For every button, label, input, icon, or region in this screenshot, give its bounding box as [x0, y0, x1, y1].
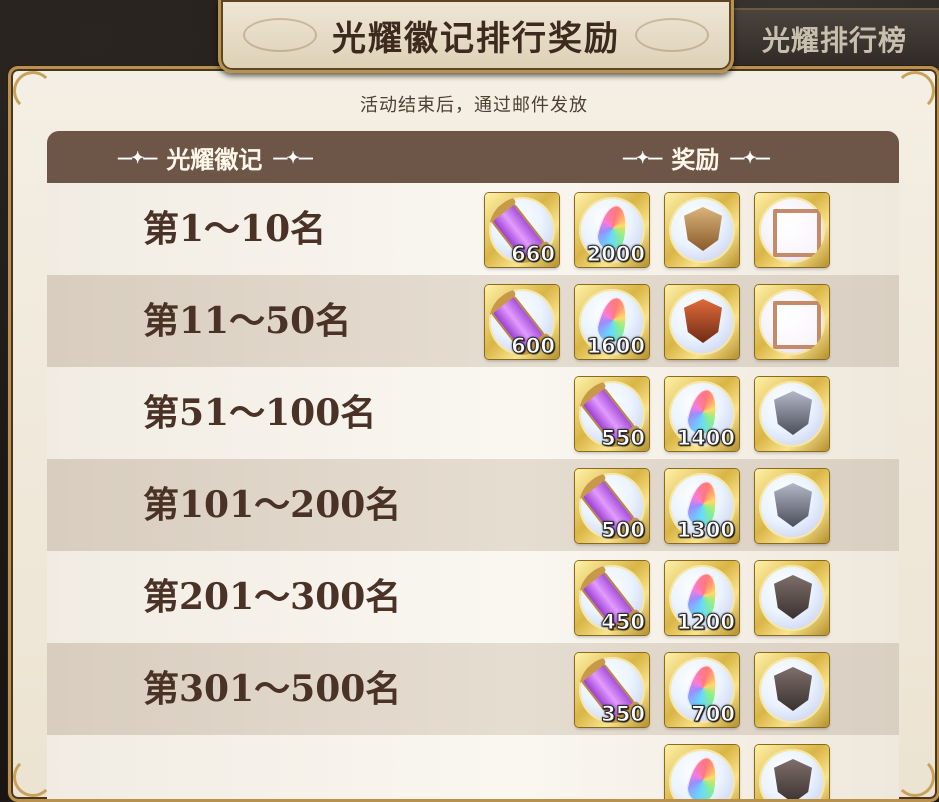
- reward-item[interactable]: [665, 745, 739, 799]
- reward-quantity: 450: [601, 610, 646, 635]
- reward-item-circle: [759, 381, 825, 447]
- table-row: 第51～100名 550 1400: [47, 367, 899, 459]
- reward-list: [47, 745, 899, 799]
- reward-item-circle: [669, 289, 735, 355]
- reward-table[interactable]: —✦— 光耀徽记 —✦— —✦— 奖励 —✦— 第1～10名 660 2000 第11…: [47, 131, 899, 799]
- reward-list: 350 700: [47, 653, 899, 729]
- reward-item[interactable]: [755, 377, 829, 451]
- table-row: 第101～200名 500 1300: [47, 459, 899, 551]
- reward-item[interactable]: [665, 193, 739, 267]
- dark-emblem-icon: [774, 667, 812, 711]
- reward-item[interactable]: [755, 193, 829, 267]
- reward-item[interactable]: 2000: [575, 193, 649, 267]
- reward-item-circle: [759, 749, 825, 799]
- reward-quantity: 550: [601, 426, 646, 451]
- reward-item[interactable]: 1200: [665, 561, 739, 635]
- reward-item[interactable]: [755, 745, 829, 799]
- table-header: —✦— 光耀徽记 —✦— —✦— 奖励 —✦—: [47, 131, 899, 183]
- reward-list: 660 2000: [47, 193, 899, 269]
- reward-list: 500 1300: [47, 469, 899, 545]
- reward-item[interactable]: 350: [575, 653, 649, 727]
- reward-quantity: 1400: [676, 426, 735, 451]
- mail-notice: 活动结束后，通过邮件发放: [360, 95, 588, 116]
- reward-list: 450 1200: [47, 561, 899, 637]
- title-banner: 光耀徽记排行奖励: [218, 0, 734, 73]
- tab-glory-ranking-label: 光耀排行榜: [761, 24, 907, 57]
- header-badge: —✦— 光耀徽记 —✦—: [107, 131, 322, 183]
- avatar-frame-icon: [773, 209, 821, 257]
- table-row: 第301～500名 350 700: [47, 643, 899, 735]
- reward-item[interactable]: [755, 285, 829, 359]
- header-reward: —✦— 奖励 —✦—: [612, 131, 779, 183]
- table-body: 第1～10名 660 2000 第11～50名 600 1600 第51～100名 550 14…: [47, 183, 899, 799]
- reward-item[interactable]: 700: [665, 653, 739, 727]
- reward-list: 550 1400: [47, 377, 899, 453]
- reward-item[interactable]: [755, 653, 829, 727]
- gold-emblem-icon: [684, 207, 722, 251]
- header-deco-left-icon: —✦—: [622, 147, 663, 167]
- reward-item[interactable]: 500: [575, 469, 649, 543]
- table-row: 第1～10名 660 2000: [47, 183, 899, 275]
- header-deco-right-icon: —✦—: [729, 147, 770, 167]
- reward-item[interactable]: 550: [575, 377, 649, 451]
- red-emblem-icon: [684, 299, 722, 343]
- header-reward-label: 奖励: [671, 144, 720, 174]
- dark-emblem-icon: [774, 759, 812, 799]
- reward-list: 600 1600: [47, 285, 899, 361]
- corner-ornament-icon: [895, 757, 935, 797]
- steel-emblem-icon: [774, 483, 812, 527]
- reward-quantity: 660: [511, 242, 556, 267]
- steel-emblem-icon: [774, 391, 812, 435]
- reward-item-circle: [669, 749, 735, 799]
- header-deco-left-icon: —✦—: [117, 147, 158, 167]
- reward-quantity: 1300: [676, 518, 735, 543]
- table-row: 第201～300名 450 1200: [47, 551, 899, 643]
- page-title: 光耀徽记排行奖励: [332, 18, 620, 59]
- header-badge-label: 光耀徽记: [166, 144, 263, 174]
- reward-quantity: 500: [601, 518, 646, 543]
- reward-quantity: 350: [601, 702, 646, 727]
- reward-item[interactable]: [665, 285, 739, 359]
- reward-item-circle: [759, 289, 825, 355]
- reward-item[interactable]: 600: [485, 285, 559, 359]
- corner-ornament-icon: [13, 757, 53, 797]
- reward-item-circle: [759, 657, 825, 723]
- dark-emblem-icon: [774, 575, 812, 619]
- rainbow-crystal-icon: [684, 754, 722, 799]
- reward-item-circle: [759, 565, 825, 631]
- reward-item[interactable]: [755, 561, 829, 635]
- reward-item[interactable]: 660: [485, 193, 559, 267]
- corner-ornament-icon: [13, 71, 53, 111]
- table-row: 第11～50名 600 1600: [47, 275, 899, 367]
- reward-item[interactable]: 1400: [665, 377, 739, 451]
- reward-item[interactable]: 450: [575, 561, 649, 635]
- corner-ornament-icon: [895, 71, 935, 111]
- reward-quantity: 700: [691, 702, 736, 727]
- reward-item-circle: [759, 197, 825, 263]
- reward-item[interactable]: [755, 469, 829, 543]
- header-deco-right-icon: —✦—: [272, 147, 313, 167]
- reward-quantity: 600: [511, 334, 556, 359]
- table-row: [47, 735, 899, 799]
- reward-item-circle: [759, 473, 825, 539]
- reward-panel: 活动结束后，通过邮件发放 —✦— 光耀徽记 —✦— —✦— 奖励 —✦— 第1～…: [8, 66, 939, 802]
- tab-glory-ranking[interactable]: 光耀排行榜: [726, 8, 939, 70]
- reward-item[interactable]: 1300: [665, 469, 739, 543]
- reward-quantity: 1200: [676, 610, 735, 635]
- reward-quantity: 2000: [586, 242, 645, 267]
- reward-quantity: 1600: [586, 334, 645, 359]
- reward-item-circle: [669, 197, 735, 263]
- reward-item[interactable]: 1600: [575, 285, 649, 359]
- avatar-frame-icon: [773, 301, 821, 349]
